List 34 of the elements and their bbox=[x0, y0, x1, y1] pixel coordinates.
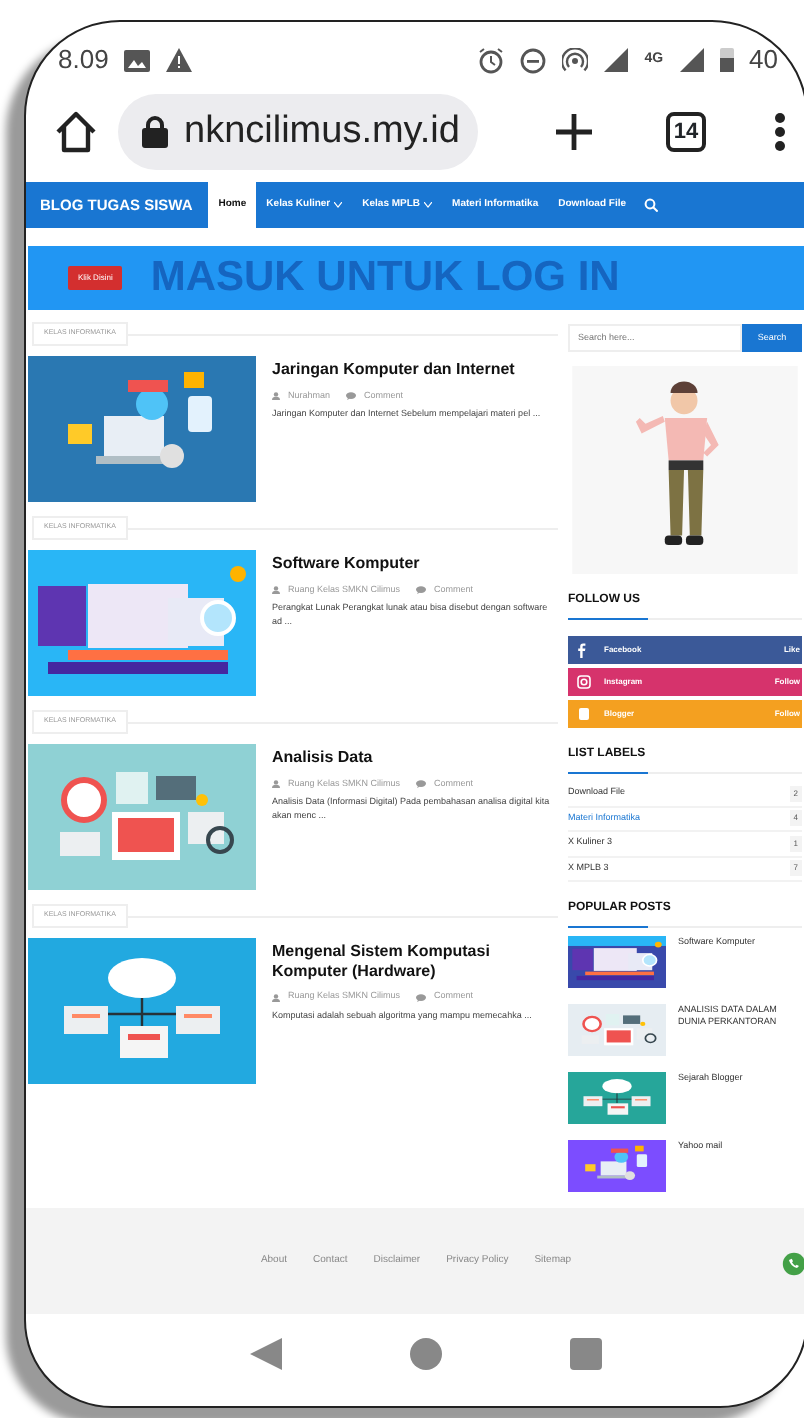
user-icon bbox=[272, 779, 280, 788]
comment-icon bbox=[416, 993, 427, 1002]
tab-count-button[interactable]: 14 bbox=[666, 112, 706, 152]
battery-icon bbox=[719, 48, 734, 72]
post-title[interactable]: Jaringan Komputer dan Internet bbox=[272, 360, 541, 380]
search-icon[interactable] bbox=[644, 198, 659, 212]
comment-icon bbox=[416, 585, 427, 594]
post-title[interactable]: Software Komputer bbox=[272, 554, 558, 574]
user-icon bbox=[272, 993, 280, 1002]
back-icon[interactable] bbox=[250, 1338, 282, 1370]
warning-icon bbox=[166, 48, 193, 72]
do-not-disturb-icon bbox=[520, 47, 547, 73]
url-field[interactable]: nkncilimus.my.id bbox=[118, 94, 478, 170]
comment-icon bbox=[416, 779, 427, 788]
document-icon bbox=[576, 706, 592, 722]
home-button-icon[interactable] bbox=[410, 1338, 442, 1370]
alarm-icon bbox=[478, 47, 505, 73]
plus-icon[interactable] bbox=[554, 112, 594, 152]
battery-percent: 40 bbox=[749, 42, 778, 79]
post-title[interactable]: Analisis Data bbox=[272, 748, 558, 768]
user-icon bbox=[272, 585, 280, 594]
signal-icon bbox=[604, 48, 629, 72]
menu-icon[interactable] bbox=[774, 112, 786, 152]
camera-icon bbox=[576, 674, 592, 690]
post-title[interactable]: Mengenal Sistem Komputasi Komputer (Hardware) bbox=[272, 942, 558, 981]
image-icon bbox=[124, 49, 151, 71]
signal-icon bbox=[679, 48, 704, 72]
comment-icon bbox=[346, 391, 357, 400]
chat-icon[interactable] bbox=[782, 1252, 804, 1276]
hotspot-icon bbox=[562, 47, 589, 73]
status-time: 8.09 bbox=[58, 42, 109, 79]
lock-icon bbox=[142, 116, 168, 148]
home-icon[interactable] bbox=[54, 110, 98, 154]
user-icon bbox=[272, 391, 280, 400]
